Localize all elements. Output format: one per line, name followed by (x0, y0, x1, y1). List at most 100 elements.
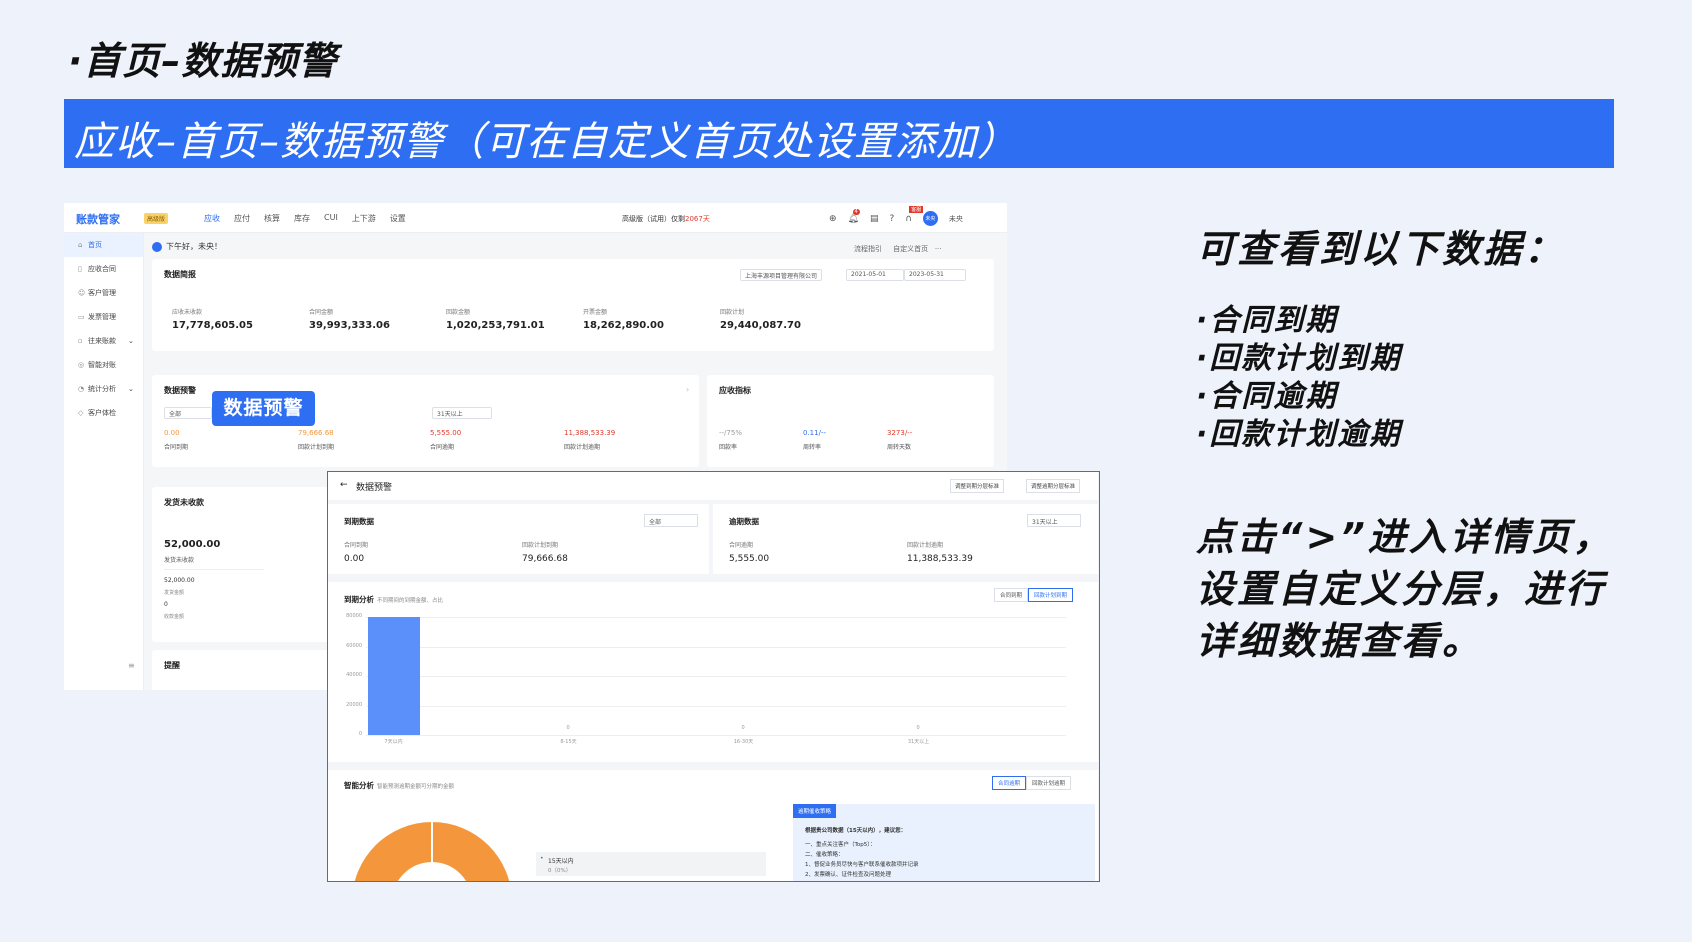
nav-receivable[interactable]: 应收 (204, 213, 220, 224)
due-filter-select[interactable]: 全部 (164, 407, 212, 419)
tab-contract-due[interactable]: 合同到期 (994, 588, 1029, 602)
chevron-right-icon[interactable]: › (686, 385, 689, 394)
warning-label: 回款计划逾期 (564, 444, 601, 451)
user-icon: ☺ (78, 289, 86, 297)
avatar[interactable]: 未央 (922, 211, 938, 226)
indicator-card: 应收指标 --/75% 回款率 0.11/-- 周转率 3273/-- 周转天数 (707, 375, 994, 467)
overdue-filter-select[interactable]: 31天以上 (432, 407, 492, 419)
legend-label: 15天以内 (548, 858, 574, 865)
user-name[interactable]: 未央 (949, 214, 963, 224)
suggestion-line: 二、催收策略： (805, 852, 844, 858)
notes-list: ·合同到期 ·回款计划到期 ·合同逾期 ·回款计划逾期 (1196, 302, 1401, 454)
tab-contract-overdue[interactable]: 合同逾期 (992, 776, 1027, 790)
sidebar: ⌂ 首页 ▯ 应收合同 ☺ 客户管理 ▭ 发票管理 ▫ 往来账款 ⌄ ◎ 智能对账 ◔ 统计分析… (64, 233, 144, 690)
chevron-down-icon: ⌄ (128, 385, 134, 393)
bar-value-label: 0 (916, 725, 920, 731)
due-range-select[interactable]: 全部 (644, 514, 698, 527)
stat-label: 回款金额 (446, 309, 471, 316)
bar[interactable] (367, 617, 420, 735)
suggestion-line: 根据贵公司数据（15天以内），建议您： (805, 828, 907, 834)
nav-inventory[interactable]: 库存 (294, 213, 310, 224)
shipping-value: 52,000.00 (164, 539, 221, 550)
stat-label: 开票金额 (583, 309, 608, 316)
donut-legend: • 15天以内 0（0%） (536, 852, 766, 876)
trial-days: 2067天 (685, 215, 710, 223)
nav-cui[interactable]: CUI (324, 213, 338, 224)
app-logo[interactable]: 账款管家 (76, 211, 120, 227)
suggestion-line: 1、督促业务员尽快与客户联系催收款项并记录 (805, 862, 919, 868)
add-circle-icon[interactable]: ⊕ (829, 214, 837, 224)
guide-link[interactable]: 流程指引 (854, 245, 882, 253)
y-tick-label: 20000 (346, 701, 362, 708)
nav-settings[interactable]: 设置 (390, 213, 406, 224)
message-icon[interactable]: ▤ (870, 214, 879, 224)
sidebar-item-label: 往来账款 (88, 337, 116, 345)
stat-label: 应收未收款 (172, 309, 203, 316)
version-info: 高级版（试用）仅剩2067天 (622, 214, 710, 224)
indicator-value: --/75% (719, 429, 742, 437)
suggestion-line: 2、发票确认、证件检查及问题处理 (805, 872, 892, 878)
indicator-label: 周转率 (803, 444, 822, 451)
bell-icon[interactable]: 🔔︎ 4 (848, 208, 860, 224)
sidebar-item-analysis[interactable]: ◔ 统计分析 ⌄ (64, 377, 143, 401)
notes-paragraph: 点击“>”进入详情页，设置自定义分层，进行详细数据查看。 (1196, 515, 1614, 663)
notes-item: ·合同到期 (1196, 303, 1338, 338)
company-select[interactable]: 上海丰源项目管理有限公司 (740, 269, 823, 281)
headset-icon[interactable]: ∩ 客服 (905, 205, 924, 224)
greeting: 下午好，未央！ (152, 241, 222, 252)
warning-detail-screenshot: ← 数据预警 调整到期分层标准 调整逾期分层标准 到期数据 全部 合同到期 0.… (327, 471, 1100, 882)
help-icon[interactable]: ? (890, 214, 895, 224)
sidebar-item-label: 首页 (88, 241, 102, 249)
ledger-icon: ▫ (78, 337, 83, 345)
overdue-range-select[interactable]: 31天以上 (1027, 514, 1081, 527)
due-label: 回款计划到期 (522, 542, 559, 549)
overdue-value: 5,555.00 (729, 554, 770, 564)
shipped-amount-label: 发货金额 (164, 590, 185, 596)
x-tick-label: 31天以上 (907, 739, 930, 745)
sidebar-item-contracts[interactable]: ▯ 应收合同 (64, 257, 143, 281)
suggestion-tag: 逾期催收策略 (793, 804, 837, 818)
sidebar-item-customers[interactable]: ☺ 客户管理 (64, 281, 143, 305)
shipped-amount: 52,000.00 (164, 577, 195, 584)
slide-title: ·首页–数据预警 (68, 39, 338, 83)
divider (164, 569, 264, 570)
nav-accounting[interactable]: 核算 (264, 213, 280, 224)
adjust-overdue-button[interactable]: 调整逾期分层标准 (1026, 479, 1081, 493)
main-nav: 应收 应付 核算 库存 CUI 上下游 设置 (204, 213, 406, 224)
back-arrow-icon[interactable]: ← (340, 480, 348, 490)
tab-plan-due[interactable]: 回款计划到期 (1028, 588, 1074, 602)
top-icons: ⊕ 🔔︎ 4 ▤ ? ∩ 客服 未央 未央 (829, 205, 963, 226)
warning-label: 回款计划到期 (298, 444, 335, 451)
sidebar-item-checkup[interactable]: ◇ 客户体检 (64, 401, 143, 425)
collapse-menu-icon[interactable]: ≡ (128, 661, 135, 670)
chevron-down-icon: ⌄ (128, 337, 134, 345)
due-analysis-title-text: 到期分析 (344, 595, 374, 604)
date-to-input[interactable]: 2023-05-31 (904, 269, 966, 281)
bell-count-badge: 4 (852, 208, 860, 215)
legend-value: 0（0%） (548, 868, 572, 874)
sidebar-item-accounts[interactable]: ▫ 往来账款 ⌄ (64, 329, 143, 353)
sidebar-item-label: 发票管理 (88, 313, 116, 321)
warning-callout: 数据预警 (212, 391, 315, 426)
received-amount-label: 收款金额 (164, 614, 185, 620)
sidebar-item-home[interactable]: ⌂ 首页 (64, 233, 143, 257)
date-from-input[interactable]: 2021-05-01 (846, 269, 904, 281)
bar-value-label: 0 (741, 725, 745, 731)
sidebar-item-invoices[interactable]: ▭ 发票管理 (64, 305, 143, 329)
warning-label: 合同逾期 (430, 444, 455, 451)
sidebar-item-reconcile[interactable]: ◎ 智能对账 (64, 353, 143, 377)
stat-value: 29,440,087.70 (720, 320, 801, 331)
nav-payable[interactable]: 应付 (234, 213, 250, 224)
more-icon[interactable]: ··· (935, 245, 942, 253)
customize-home-link[interactable]: 自定义首页 (893, 245, 928, 253)
notes-item: ·回款计划逾期 (1196, 417, 1402, 452)
home-icon: ⌂ (78, 241, 83, 249)
shipping-title: 发货未收款 (164, 498, 204, 507)
tab-plan-overdue[interactable]: 回款计划逾期 (1026, 776, 1072, 790)
indicator-value: 0.11/-- (803, 429, 826, 437)
nav-supply-chain[interactable]: 上下游 (352, 213, 376, 224)
greeting-actions: 流程指引 自定义首页 ··· (854, 244, 942, 254)
stat-value: 1,020,253,791.01 (446, 320, 545, 331)
adjust-due-button[interactable]: 调整到期分层标准 (950, 479, 1005, 493)
due-data-title: 到期数据 (344, 517, 374, 526)
